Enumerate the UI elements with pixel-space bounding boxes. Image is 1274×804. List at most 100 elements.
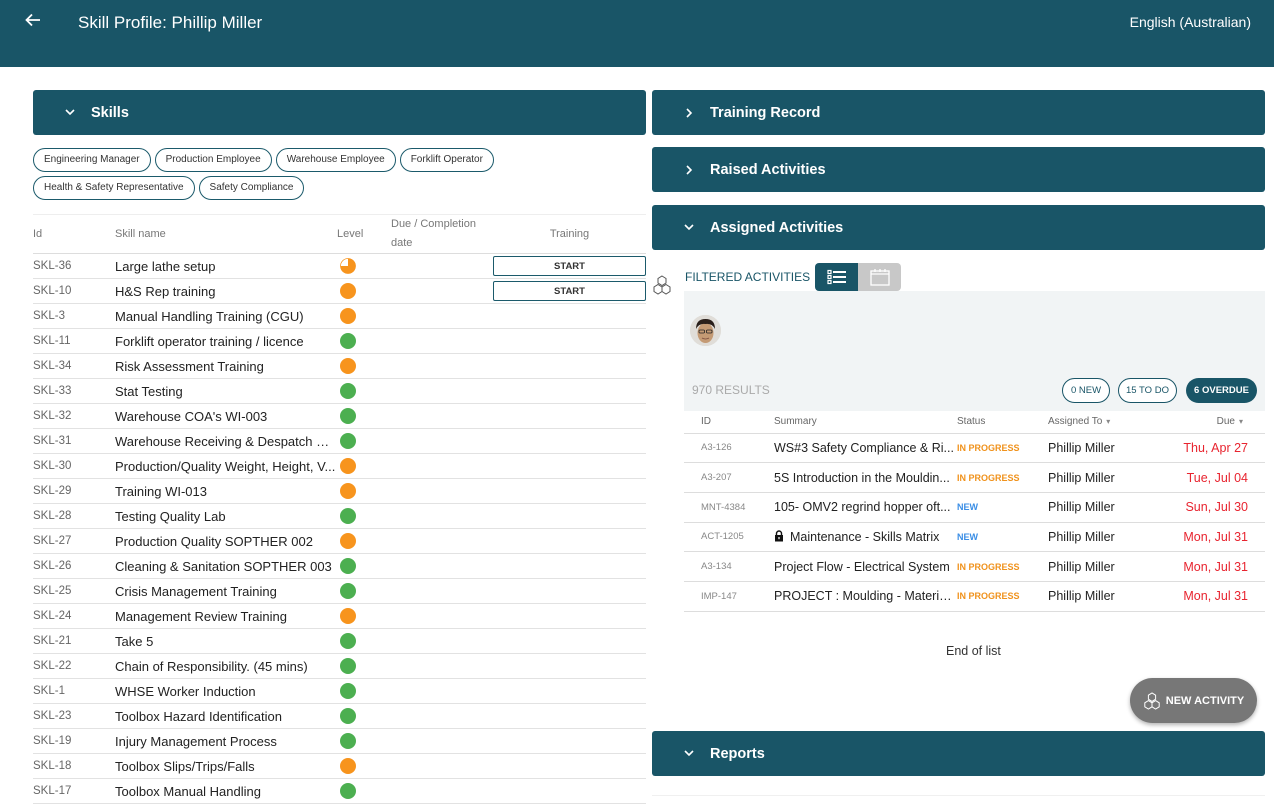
skill-row[interactable]: SKL-23 Toolbox Hazard Identification [33,703,646,729]
skill-training [493,303,646,329]
skill-row[interactable]: SKL-36 Large lathe setup START [33,253,646,279]
app-header: Skill Profile: Phillip Miller English (A… [0,0,1274,67]
skill-row[interactable]: SKL-27 Production Quality SOPTHER 002 [33,528,646,554]
skill-name: Training WI-013 [115,478,337,504]
skill-row[interactable]: SKL-32 Warehouse COA's WI-003 [33,403,646,429]
skill-training [493,753,646,779]
activity-row[interactable]: ACT-1205 Maintenance - Skills Matrix NEW… [684,522,1265,553]
filter-todo-pill[interactable]: 15 TO DO [1118,378,1177,403]
activity-row[interactable]: A3-126 WS#3 Safety Compliance & Ri... IN… [684,433,1265,464]
skill-level [337,578,391,604]
level-indicator [340,358,356,375]
skill-name: Manual Handling Training (CGU) [115,303,337,329]
raised-activities-panel-header[interactable]: Raised Activities [652,147,1265,192]
back-button[interactable] [24,11,42,35]
training-record-panel-header[interactable]: Training Record [652,90,1265,135]
start-training-button[interactable]: START [493,256,646,276]
level-indicator [340,733,356,750]
skill-row[interactable]: SKL-21 Take 5 [33,628,646,654]
skill-id: SKL-36 [33,253,115,279]
start-training-button[interactable]: START [493,281,646,301]
activity-row[interactable]: IMP-147 PROJECT : Moulding - Material...… [684,581,1265,612]
level-indicator [340,283,356,300]
new-activity-button[interactable]: NEW ACTIVITY [1130,678,1257,723]
skill-row[interactable]: SKL-1 WHSE Worker Induction [33,678,646,704]
skill-id: SKL-29 [33,478,115,504]
skill-row[interactable]: SKL-22 Chain of Responsibility. (45 mins… [33,653,646,679]
skill-id: SKL-27 [33,528,115,554]
col-due[interactable]: Due ▾ [1153,411,1265,434]
skill-row[interactable]: SKL-31 Warehouse Receiving & Despatch QP… [33,428,646,454]
col-skill-name[interactable]: Skill name [115,214,337,254]
activity-due-date: Sun, Jul 30 [1153,492,1265,523]
list-view-button[interactable] [815,263,858,291]
skill-row[interactable]: SKL-10 H&S Rep training START [33,278,646,304]
training-record-title: Training Record [710,104,821,121]
activity-id: A3-207 [684,462,774,493]
skill-training [493,503,646,529]
skill-due-date [391,553,493,579]
skill-row[interactable]: SKL-17 Toolbox Manual Handling [33,778,646,804]
skill-row[interactable]: SKL-11 Forklift operator training / lice… [33,328,646,354]
skill-id: SKL-33 [33,378,115,404]
skill-row[interactable]: SKL-19 Injury Management Process [33,728,646,754]
skill-row[interactable]: SKL-30 Production/Quality Weight, Height… [33,453,646,479]
activity-row[interactable]: A3-207 5S Introduction in the Mouldin...… [684,462,1265,493]
language-selector[interactable]: English (Australian) [1130,14,1251,30]
skill-due-date [391,603,493,629]
role-chip[interactable]: Production Employee [154,148,272,172]
skill-due-date [391,453,493,479]
skill-row[interactable]: SKL-34 Risk Assessment Training [33,353,646,379]
activity-row[interactable]: MNT-4384 105- OMV2 regrind hopper oft...… [684,492,1265,523]
col-level[interactable]: Level [337,214,391,254]
skill-training [493,628,646,654]
col-assigned-to[interactable]: Assigned To ▾ [1048,411,1153,434]
skill-due-date [391,253,493,279]
skill-row[interactable]: SKL-24 Management Review Training [33,603,646,629]
col-summary[interactable]: Summary [774,411,957,434]
reports-panel-header[interactable]: Reports [652,731,1265,776]
user-avatar[interactable] [690,315,721,346]
assigned-activities-panel-header[interactable]: Assigned Activities [652,205,1265,250]
raised-activities-title: Raised Activities [710,161,826,178]
col-status[interactable]: Status [957,411,1048,434]
skill-training [493,353,646,379]
skill-due-date [391,653,493,679]
skill-row[interactable]: SKL-33 Stat Testing [33,378,646,404]
skill-row[interactable]: SKL-25 Crisis Management Training [33,578,646,604]
skill-row[interactable]: SKL-28 Testing Quality Lab [33,503,646,529]
col-id[interactable]: Id [33,214,115,254]
filter-overdue-pill[interactable]: 6 OVERDUE [1186,378,1257,403]
skill-training [493,453,646,479]
role-chip[interactable]: Forklift Operator [399,148,494,172]
col-activity-id[interactable]: ID [684,411,774,434]
role-chips: Engineering Manager Production Employee Wa… [33,148,633,204]
skill-name: Large lathe setup [115,253,337,279]
skill-row[interactable]: SKL-26 Cleaning & Sanitation SOPTHER 003 [33,553,646,579]
level-indicator [340,333,356,350]
skill-level [337,353,391,379]
level-indicator [340,458,356,475]
skill-training [493,653,646,679]
skill-row[interactable]: SKL-18 Toolbox Slips/Trips/Falls [33,753,646,779]
role-chip[interactable]: Engineering Manager [33,148,151,172]
activity-summary: Maintenance - Skills Matrix [774,522,957,553]
filter-new-pill[interactable]: 0 NEW [1062,378,1110,403]
skill-due-date [391,753,493,779]
activity-row[interactable]: A3-134 Project Flow - Electrical System … [684,551,1265,582]
skills-panel-header[interactable]: Skills [33,90,646,135]
chevron-right-icon [682,164,696,175]
activity-status: IN PROGRESS [957,462,1048,493]
col-training[interactable]: Training [493,214,646,254]
role-chip[interactable]: Health & Safety Representative [33,176,195,200]
role-chip[interactable]: Warehouse Employee [275,148,396,172]
skill-due-date [391,378,493,404]
skill-row[interactable]: SKL-29 Training WI-013 [33,478,646,504]
level-indicator [340,758,356,775]
calendar-view-button[interactable] [858,263,901,291]
role-chip[interactable]: Safety Compliance [198,176,305,200]
page-title: Skill Profile: Phillip Miller [78,13,263,32]
col-due-date[interactable]: Due / Completion date [391,214,493,254]
skill-level [337,753,391,779]
skill-row[interactable]: SKL-3 Manual Handling Training (CGU) [33,303,646,329]
